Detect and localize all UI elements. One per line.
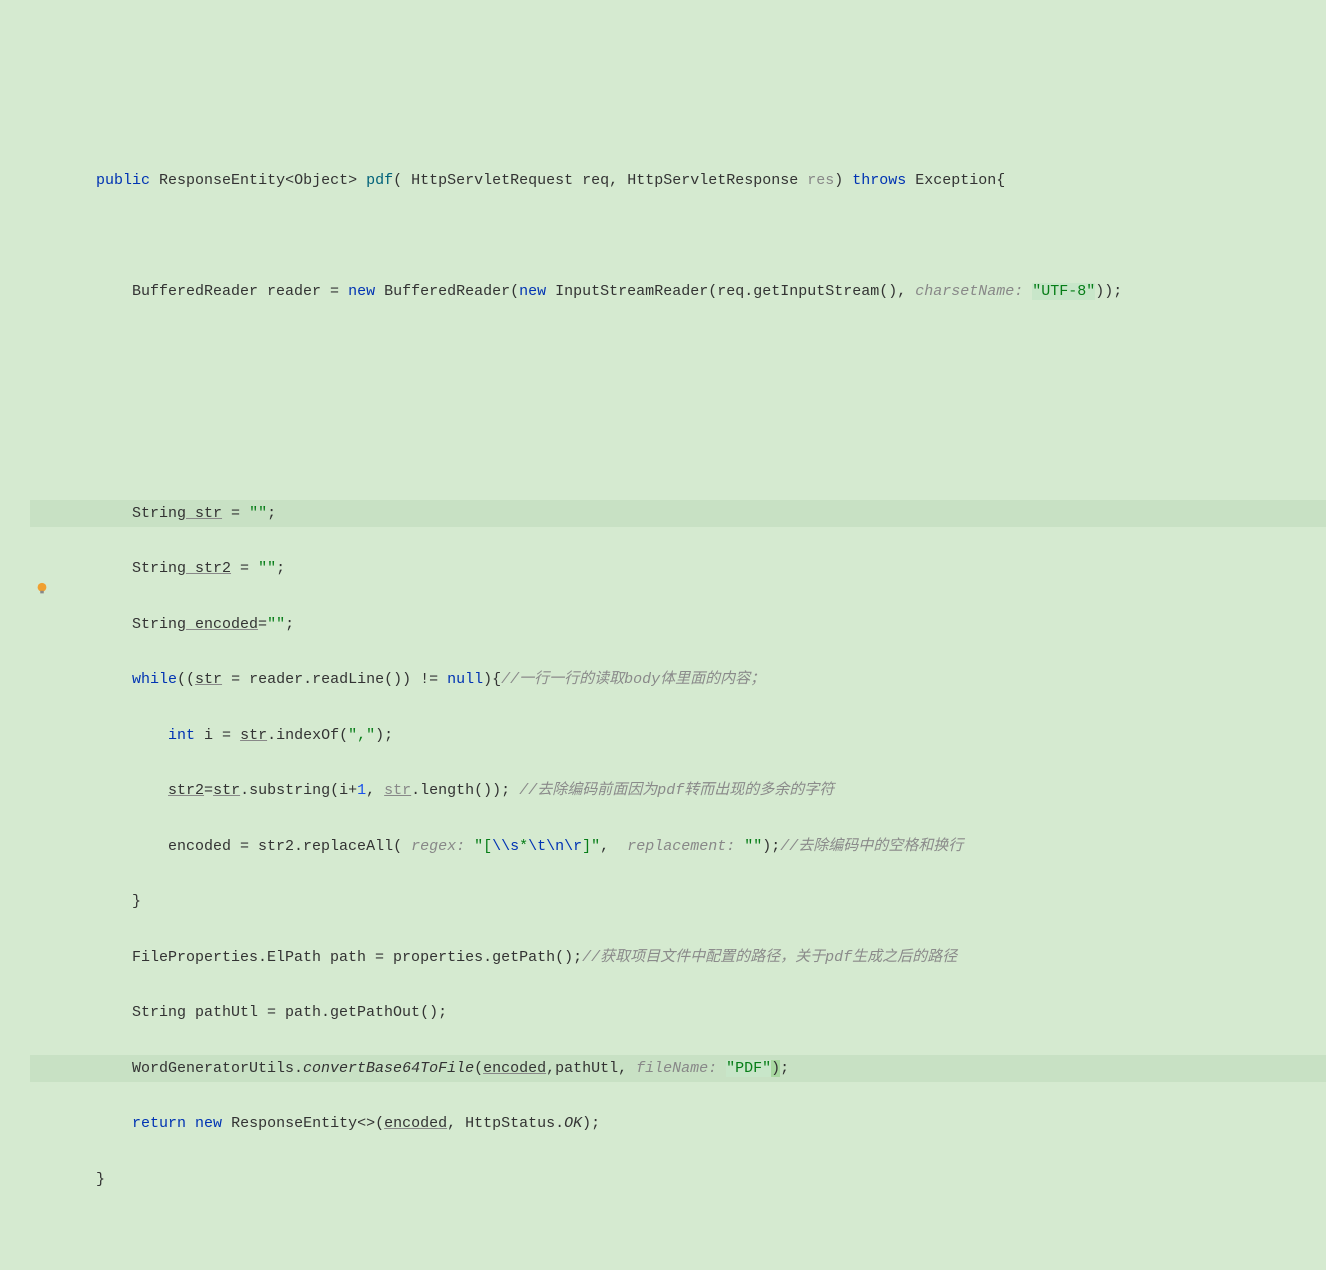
exception: Exception{ <box>906 172 1005 189</box>
keyword-while: while <box>132 671 177 688</box>
type: String <box>132 616 186 633</box>
comment: //去除编码前面因为pdf转而出现的多余的字符 <box>519 782 834 799</box>
code-line[interactable]: str2=str.substring(i+1, str.length()); /… <box>30 777 1326 805</box>
keyword-throws: throws <box>852 172 906 189</box>
var: encoded <box>186 616 258 633</box>
var-warn: str <box>384 782 411 799</box>
param-name: req, <box>573 172 627 189</box>
param-hint: fileName: <box>636 1060 726 1077</box>
code-line[interactable]: String encoded=""; <box>30 611 1326 639</box>
param-type: HttpServletResponse <box>627 172 798 189</box>
var: str <box>186 505 222 522</box>
keyword-int: int <box>168 727 195 744</box>
code-line[interactable]: while((str = reader.readLine()) != null)… <box>30 666 1326 694</box>
code-editor[interactable]: public ResponseEntity<Object> pdf( HttpS… <box>0 111 1326 1270</box>
param-hint: charsetName: <box>915 283 1032 300</box>
code-line[interactable]: BufferedReader reader = new BufferedRead… <box>30 278 1326 306</box>
number: 1 <box>357 782 366 799</box>
var: str <box>195 671 222 688</box>
param-type: HttpServletRequest <box>411 172 573 189</box>
code-line-empty[interactable] <box>30 333 1326 361</box>
string-literal: "" <box>258 560 276 577</box>
intention-bulb-icon[interactable] <box>35 579 49 593</box>
var: str2 <box>168 782 204 799</box>
call: (req.getInputStream(), <box>708 283 915 300</box>
code-line[interactable]: return new ResponseEntity<>(encoded, Htt… <box>30 1110 1326 1138</box>
code-line[interactable]: public ResponseEntity<Object> pdf( HttpS… <box>30 167 1326 195</box>
enum-constant: OK <box>564 1115 582 1132</box>
code-line-empty[interactable] <box>30 444 1326 472</box>
keyword-new: new <box>348 283 375 300</box>
code-line[interactable]: encoded = str2.replaceAll( regex: "[\\s*… <box>30 833 1326 861</box>
paren: ( <box>393 172 411 189</box>
param-name: res <box>798 172 834 189</box>
code-line[interactable]: } <box>30 888 1326 916</box>
string-literal: "[ <box>474 838 492 855</box>
code-line[interactable]: FileProperties.ElPath path = properties.… <box>30 944 1326 972</box>
escape: \\s <box>492 838 519 855</box>
code-line[interactable]: String pathUtl = path.getPathOut(); <box>30 999 1326 1027</box>
keyword-public: public <box>96 172 150 189</box>
string-literal: "" <box>249 505 267 522</box>
paren: ) <box>834 172 852 189</box>
method-name: pdf <box>366 172 393 189</box>
type: String <box>132 560 186 577</box>
type: String <box>132 505 186 522</box>
comment: //获取项目文件中配置的路径，关于pdf生成之后的路径 <box>582 949 957 966</box>
keyword-return: return <box>132 1115 186 1132</box>
var: str <box>213 782 240 799</box>
ctor: InputStreamReader <box>555 283 708 300</box>
code-line[interactable]: String str = ""; <box>30 500 1326 528</box>
static-method: convertBase64ToFile <box>303 1060 474 1077</box>
escape: \t\n\r <box>528 838 582 855</box>
param-hint: regex: <box>411 838 474 855</box>
param-hint: replacement: <box>627 838 744 855</box>
code-line-empty[interactable] <box>30 1221 1326 1249</box>
comment: //一行一行的读取body体里面的内容； <box>501 671 765 688</box>
code-line-empty[interactable] <box>30 222 1326 250</box>
var: encoded <box>483 1060 546 1077</box>
string-literal: "" <box>267 616 285 633</box>
var: encoded <box>384 1115 447 1132</box>
comment: //去除编码中的空格和换行 <box>780 838 963 855</box>
string-literal: "UTF-8" <box>1032 283 1095 300</box>
string-literal: "" <box>744 838 762 855</box>
keyword-new: new <box>519 283 546 300</box>
keyword-null: null <box>447 671 483 688</box>
var: reader = <box>258 283 348 300</box>
keyword-new: new <box>195 1115 222 1132</box>
code-line[interactable]: String str2 = ""; <box>30 555 1326 583</box>
var: str2 <box>186 560 231 577</box>
string-literal: "PDF" <box>726 1060 771 1077</box>
var: str <box>240 727 267 744</box>
return-type: ResponseEntity<Object> <box>159 172 357 189</box>
cursor: ) <box>771 1060 780 1077</box>
type: BufferedReader <box>132 283 258 300</box>
code-line-empty[interactable] <box>30 389 1326 417</box>
code-line[interactable]: int i = str.indexOf(","); <box>30 722 1326 750</box>
code-line[interactable]: } <box>30 1166 1326 1194</box>
string-literal: "," <box>348 727 375 744</box>
code-line-active[interactable]: WordGeneratorUtils.convertBase64ToFile(e… <box>30 1055 1326 1083</box>
ctor: BufferedReader <box>384 283 510 300</box>
